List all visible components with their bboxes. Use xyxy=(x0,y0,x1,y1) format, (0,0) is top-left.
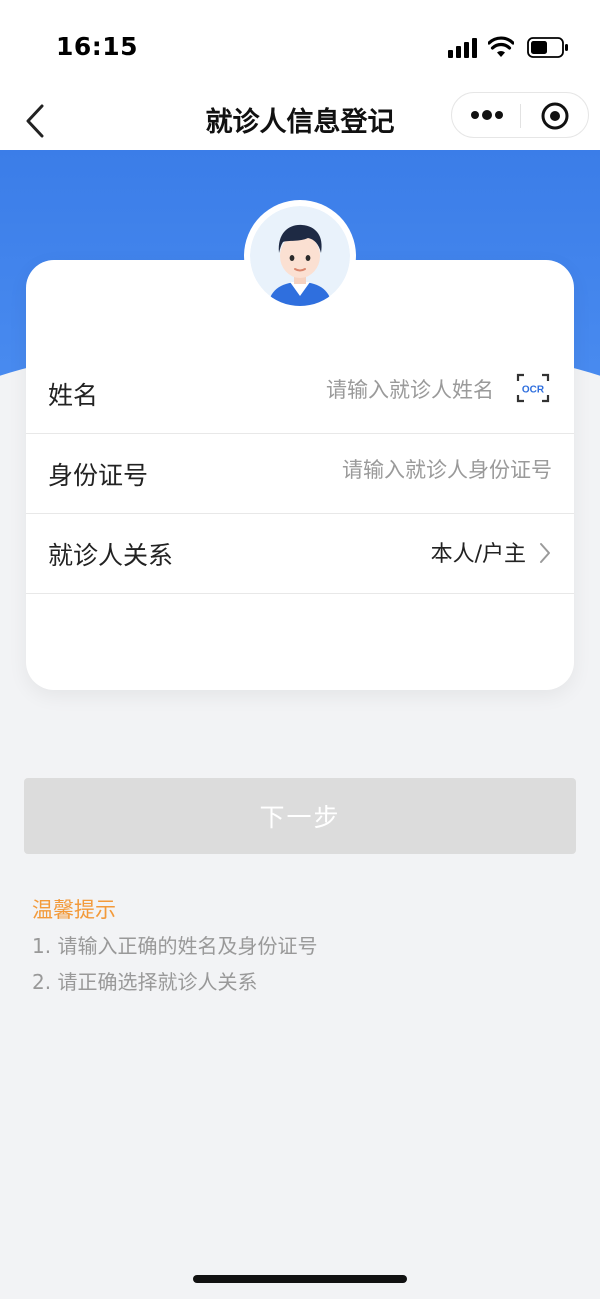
capsule-divider xyxy=(520,104,521,128)
chevron-right-icon xyxy=(540,543,550,563)
name-row: 姓名 OCR xyxy=(26,354,574,434)
tip-item: 1. 请输入正确的姓名及身份证号 xyxy=(32,934,318,958)
avatar xyxy=(250,206,350,306)
relation-row[interactable]: 就诊人关系 本人/户主 xyxy=(26,514,574,594)
id-number-row: 身份证号 xyxy=(26,434,574,514)
status-bar: 16:15 xyxy=(0,0,600,92)
wifi-icon xyxy=(488,36,514,57)
home-indicator[interactable] xyxy=(193,1275,407,1283)
nav-bar: 就诊人信息登记 xyxy=(0,92,600,150)
name-input[interactable] xyxy=(234,378,494,402)
tip-item: 2. 请正确选择就诊人关系 xyxy=(32,970,258,994)
status-time: 16:15 xyxy=(56,32,139,61)
mini-program-capsule xyxy=(451,92,589,138)
user-avatar-icon xyxy=(250,206,350,306)
ocr-label: OCR xyxy=(522,385,545,396)
close-mini-program-icon[interactable] xyxy=(540,101,570,131)
id-number-label: 身份证号 xyxy=(48,461,149,490)
tips-title: 温馨提示 xyxy=(32,898,116,922)
battery-icon xyxy=(527,37,568,58)
ocr-scan-icon[interactable]: OCR xyxy=(516,372,550,404)
cellular-signal-icon xyxy=(448,37,480,58)
more-options-icon[interactable] xyxy=(470,107,504,123)
name-label: 姓名 xyxy=(48,381,99,410)
id-number-input[interactable] xyxy=(252,458,552,482)
next-step-button[interactable]: 下一步 xyxy=(24,778,576,854)
relation-value[interactable]: 本人/户主 xyxy=(431,536,526,568)
relation-label: 就诊人关系 xyxy=(48,541,174,570)
